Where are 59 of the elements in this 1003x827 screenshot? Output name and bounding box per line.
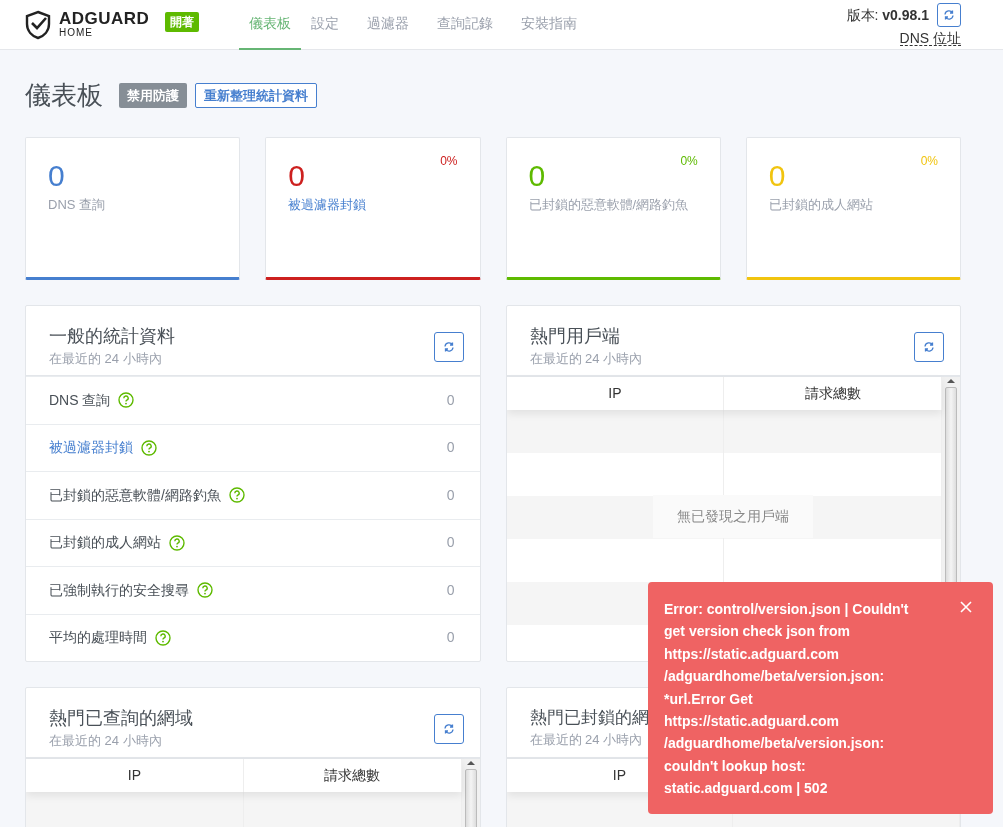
stat-label: DNS 查詢 [48, 197, 106, 213]
shield-check-logo [25, 9, 51, 40]
version-text: 版本: v0.98.1 [846, 5, 929, 25]
stat-value: 0 [446, 438, 455, 458]
empty-message: 無已發現之用戶端 [652, 495, 813, 539]
refresh-button[interactable] [914, 331, 944, 362]
help-icon[interactable] [155, 629, 171, 646]
page-title: 儀表板 [25, 80, 103, 112]
refresh-icon [922, 339, 936, 354]
stat-value: 0 [768, 159, 786, 193]
card-subtitle: 在最近的 24 小時內 [49, 350, 162, 366]
stat-link[interactable]: 被過濾器封鎖 [288, 197, 367, 213]
card-title: 熱門已查詢的網域 [49, 707, 193, 728]
stat-label: 已封鎖的成人網站 [768, 197, 873, 213]
stat-value: 0 [446, 628, 455, 648]
stat-value: 0 [446, 580, 455, 600]
stat-label: 已強制執行的安全搜尋 [49, 580, 189, 600]
card-title: 熱門已封鎖的網 [529, 708, 649, 728]
refresh-button[interactable] [433, 713, 464, 744]
stat-percent: 0% [920, 153, 938, 171]
help-icon[interactable] [118, 392, 135, 409]
help-icon[interactable] [228, 487, 245, 504]
nav-tab[interactable]: 設定 [301, 0, 350, 50]
refresh-icon [942, 8, 956, 22]
card-title: 熱門用戶端 [529, 325, 620, 346]
card-subtitle: 在最近的 24 小時內 [529, 350, 643, 366]
refresh-button[interactable] [937, 3, 961, 27]
card-subtitle: 在最近的 24 小時內 [529, 732, 643, 748]
stat-label: 已封鎖的惡意軟體/網路釣魚 [528, 197, 689, 213]
stat-value: 0 [288, 159, 305, 193]
brand-name: ADGUARD [59, 10, 150, 27]
stat-value: 0 [48, 159, 65, 193]
nav-tab[interactable]: 過濾器 [357, 0, 420, 50]
disable-protection-button[interactable]: 禁用防護 [119, 82, 187, 109]
stat-value: 0 [446, 390, 455, 410]
nav-tab[interactable]: 查詢記錄 [427, 0, 504, 50]
close-icon[interactable] [960, 601, 972, 613]
card-title: 一般的統計資料 [49, 325, 175, 346]
stat-label: 平均的處理時間 [49, 628, 147, 648]
brand-subtitle: HOME [59, 27, 94, 39]
status-badge: 開著 [165, 11, 200, 32]
stat-label: DNS 查詢 [49, 390, 111, 410]
refresh-stats-button[interactable]: 重新整理統計資料 [195, 82, 317, 109]
stat-value: 0 [446, 485, 455, 505]
stat-percent: 0% [440, 153, 458, 171]
help-icon[interactable] [169, 534, 185, 551]
help-icon[interactable] [197, 582, 213, 599]
stat-label: 已封鎖的惡意軟體/網路釣魚 [49, 485, 221, 505]
stat-link[interactable]: 被過濾器封鎖 [49, 437, 133, 459]
stat-value: 0 [528, 159, 546, 193]
stat-value: 0 [446, 533, 455, 553]
help-icon[interactable] [141, 439, 157, 456]
stat-label: 已封鎖的成人網站 [49, 533, 161, 553]
refresh-button[interactable] [433, 331, 464, 362]
stat-percent: 0% [680, 153, 698, 171]
card-subtitle: 在最近的 24 小時內 [49, 732, 162, 748]
nav-tab[interactable]: 安裝指南 [511, 0, 588, 50]
nav-tab[interactable]: 儀表板 [239, 0, 302, 50]
dns-address-link[interactable]: DNS 位址 [899, 31, 961, 46]
